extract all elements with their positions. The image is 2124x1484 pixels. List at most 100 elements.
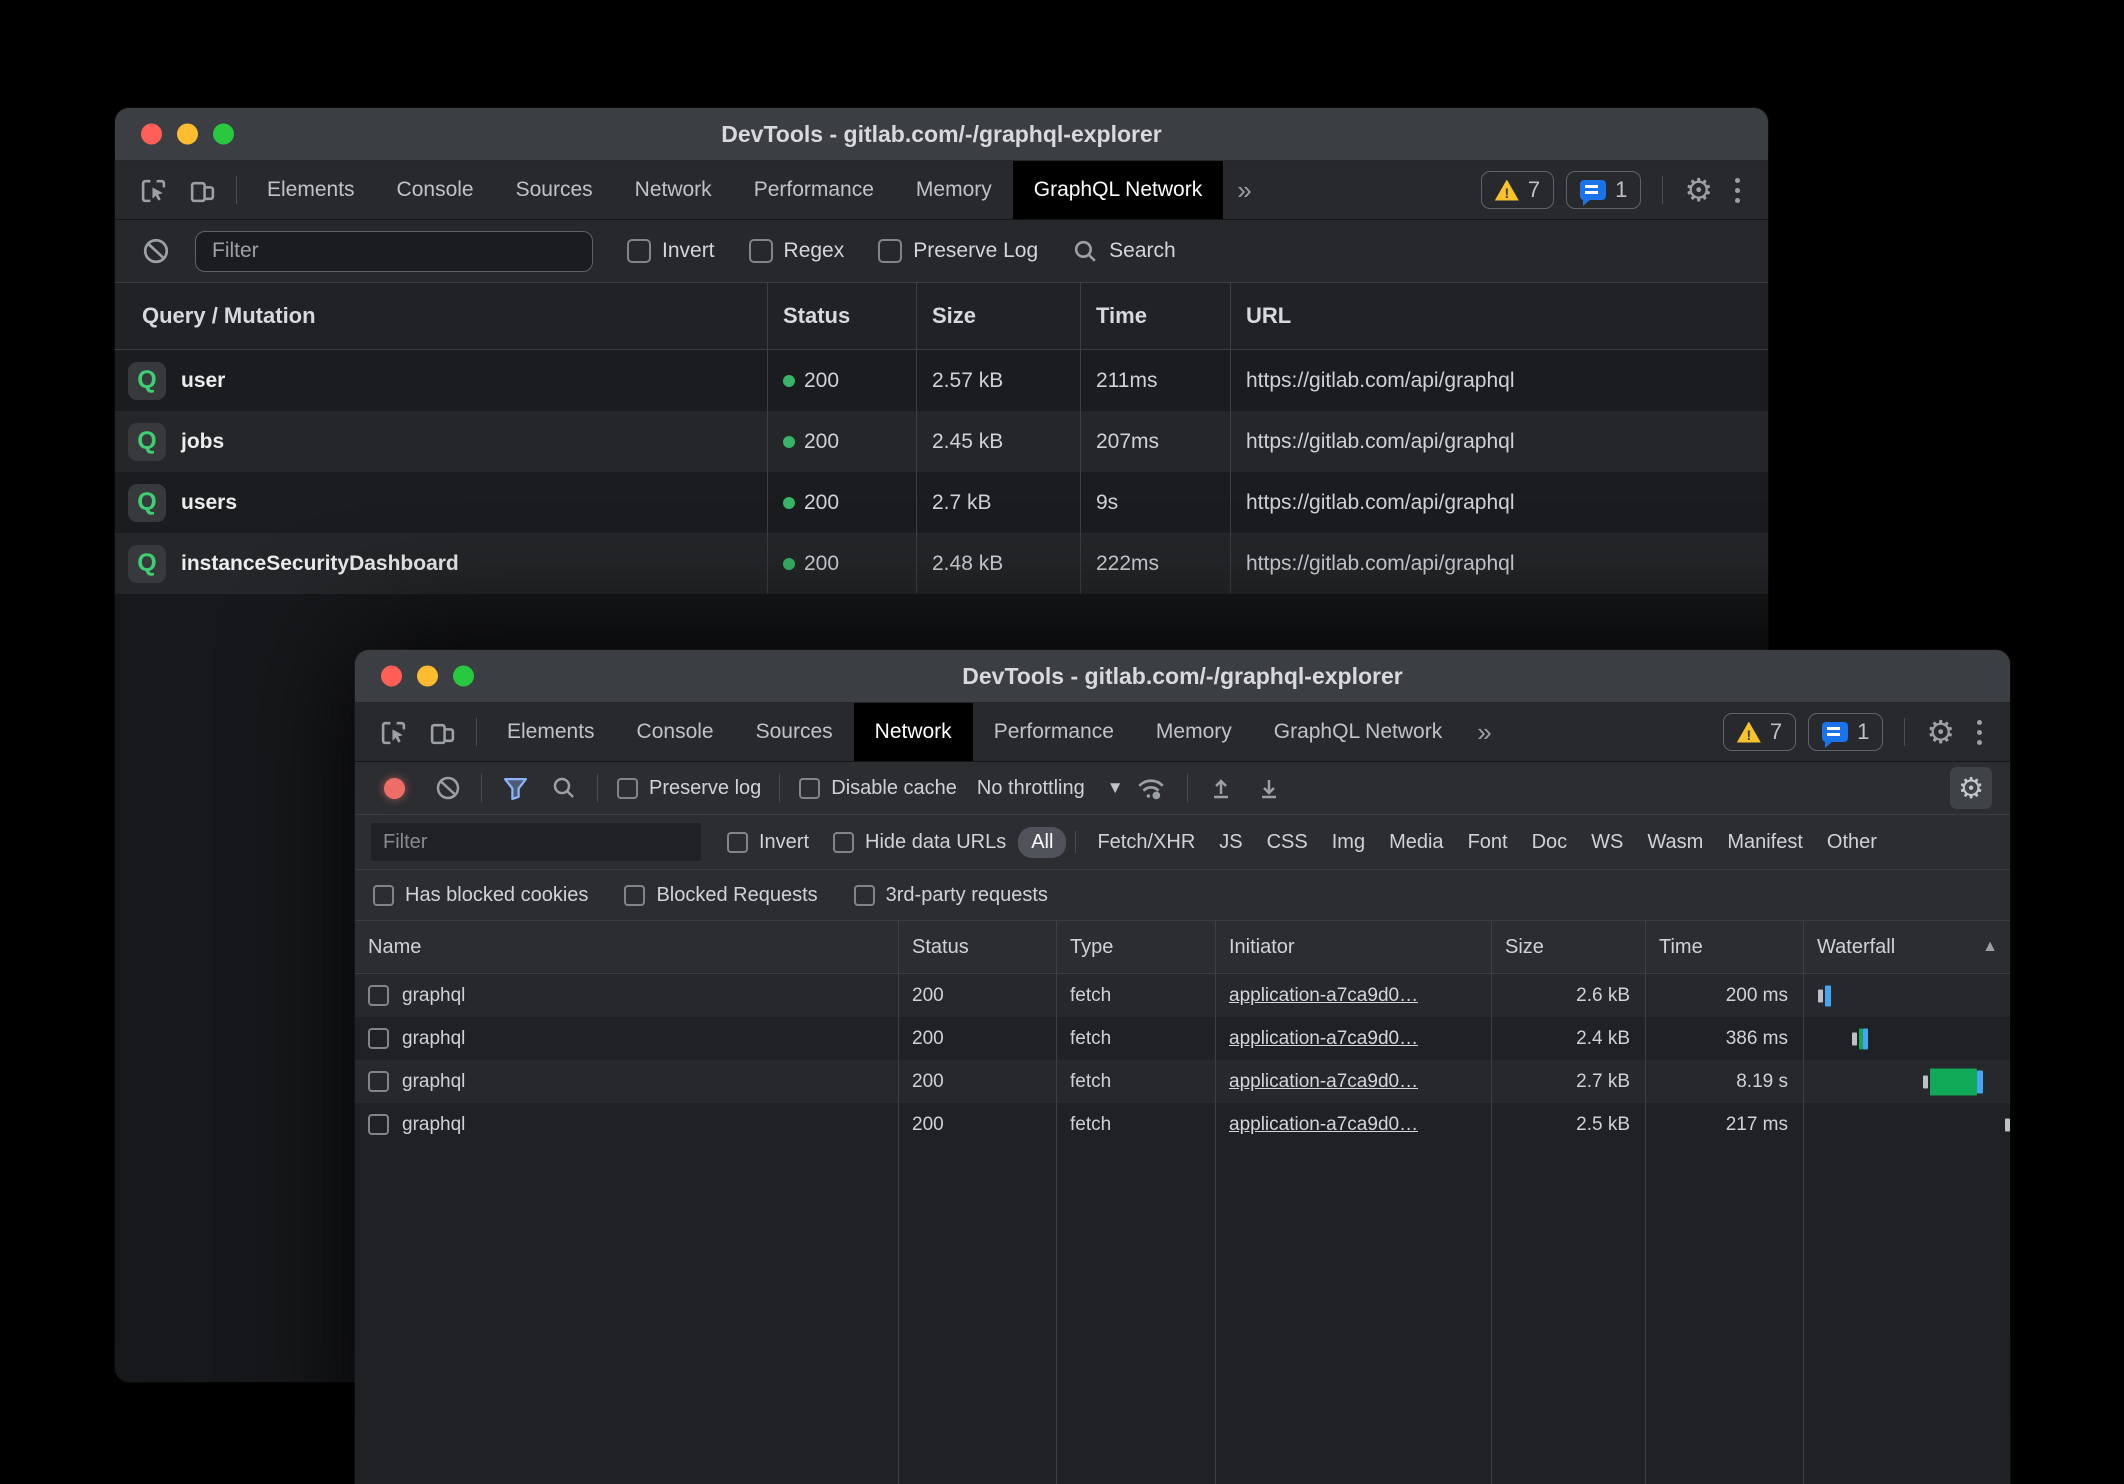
checkbox[interactable] [878, 239, 902, 263]
column-header-url[interactable]: URL [1230, 283, 1768, 349]
tab-network[interactable]: Network [854, 703, 973, 761]
type-filter-all[interactable]: All [1018, 827, 1066, 858]
row-checkbox[interactable] [368, 1114, 389, 1135]
column-header-initiator[interactable]: Initiator [1215, 921, 1491, 973]
initiator-link[interactable]: application-a7ca9d0… [1229, 1114, 1418, 1136]
close-window-button[interactable] [381, 666, 402, 687]
inspect-element-icon[interactable] [369, 703, 418, 761]
invert-checkbox[interactable]: Invert [627, 239, 715, 263]
issues-badge[interactable]: 1 [1808, 713, 1883, 751]
tab-memory[interactable]: Memory [895, 161, 1013, 219]
column-header-status[interactable]: Status [898, 921, 1056, 973]
titlebar[interactable]: DevTools - gitlab.com/-/graphql-explorer [355, 650, 2010, 703]
tab-graphql-network[interactable]: GraphQL Network [1013, 161, 1223, 219]
column-header-time[interactable]: Time [1080, 283, 1230, 349]
type-filter-js[interactable]: JS [1207, 831, 1254, 854]
invert-checkbox[interactable]: Invert [727, 831, 809, 854]
device-toolbar-icon[interactable] [178, 161, 227, 219]
table-row[interactable]: graphql 200 fetch application-a7ca9d0… 2… [355, 974, 2010, 1017]
initiator-link[interactable]: application-a7ca9d0… [1229, 1071, 1418, 1093]
import-har-icon[interactable] [1197, 775, 1245, 801]
close-window-button[interactable] [141, 124, 162, 145]
settings-gear-icon[interactable]: ⚙ [1684, 174, 1713, 206]
clear-icon[interactable] [131, 237, 181, 265]
filter-input[interactable] [195, 231, 593, 272]
type-filter-manifest[interactable]: Manifest [1715, 831, 1815, 854]
filter-funnel-icon[interactable] [491, 775, 540, 802]
more-tabs-icon[interactable]: » [1463, 703, 1505, 761]
table-row[interactable]: graphql 200 fetch application-a7ca9d0… 2… [355, 1060, 2010, 1103]
row-checkbox[interactable] [368, 1071, 389, 1092]
issues-badge[interactable]: 1 [1566, 171, 1641, 209]
column-header-time[interactable]: Time [1645, 921, 1803, 973]
type-filter-font[interactable]: Font [1456, 831, 1520, 854]
has-blocked-cookies-checkbox[interactable]: Has blocked cookies [373, 884, 588, 907]
type-filter-ws[interactable]: WS [1579, 831, 1635, 854]
minimize-window-button[interactable] [177, 124, 198, 145]
tab-performance[interactable]: Performance [973, 703, 1135, 761]
column-header-size[interactable]: Size [916, 283, 1080, 349]
column-header-name[interactable]: Name [355, 921, 898, 973]
network-settings-button[interactable]: ⚙ [1950, 767, 1992, 809]
record-button[interactable] [373, 778, 424, 799]
type-filter-img[interactable]: Img [1320, 831, 1377, 854]
column-header-query-mutation[interactable]: Query / Mutation [115, 283, 767, 349]
warnings-badge[interactable]: 7 [1481, 171, 1554, 209]
network-filter-input[interactable] [371, 823, 701, 861]
tab-console[interactable]: Console [376, 161, 495, 219]
preserve-log-checkbox[interactable]: Preserve log [617, 777, 761, 800]
table-row[interactable]: Qjobs 200 2.45 kB 207ms https://gitlab.c… [115, 411, 1768, 472]
disable-cache-checkbox[interactable]: Disable cache [799, 777, 957, 800]
checkbox[interactable] [617, 778, 638, 799]
tab-graphql-network[interactable]: GraphQL Network [1253, 703, 1463, 761]
tab-sources[interactable]: Sources [495, 161, 614, 219]
tab-memory[interactable]: Memory [1135, 703, 1253, 761]
checkbox[interactable] [727, 832, 748, 853]
search-button[interactable]: Search [1072, 238, 1176, 265]
tab-console[interactable]: Console [616, 703, 735, 761]
column-header-type[interactable]: Type [1056, 921, 1215, 973]
initiator-link[interactable]: application-a7ca9d0… [1229, 1028, 1418, 1050]
tab-performance[interactable]: Performance [733, 161, 895, 219]
column-header-size[interactable]: Size [1491, 921, 1645, 973]
table-row[interactable]: QinstanceSecurityDashboard 200 2.48 kB 2… [115, 533, 1768, 594]
kebab-menu-icon[interactable] [1967, 720, 1992, 745]
type-filter-fetch-xhr[interactable]: Fetch/XHR [1085, 831, 1207, 854]
checkbox[interactable] [624, 885, 645, 906]
table-row[interactable]: Qusers 200 2.7 kB 9s https://gitlab.com/… [115, 472, 1768, 533]
minimize-window-button[interactable] [417, 666, 438, 687]
preserve-log-checkbox[interactable]: Preserve Log [878, 239, 1038, 263]
throttling-dropdown[interactable]: No throttling ▼ [977, 777, 1124, 800]
initiator-link[interactable]: application-a7ca9d0… [1229, 985, 1418, 1007]
checkbox[interactable] [627, 239, 651, 263]
column-header-status[interactable]: Status [767, 283, 916, 349]
network-conditions-icon[interactable] [1124, 774, 1178, 802]
tab-elements[interactable]: Elements [246, 161, 376, 219]
zoom-window-button[interactable] [213, 124, 234, 145]
blocked-requests-checkbox[interactable]: Blocked Requests [624, 884, 817, 907]
tab-network[interactable]: Network [614, 161, 733, 219]
type-filter-doc[interactable]: Doc [1520, 831, 1580, 854]
column-header-waterfall[interactable]: Waterfall ▲ [1803, 921, 2010, 973]
type-filter-other[interactable]: Other [1815, 831, 1889, 854]
checkbox[interactable] [799, 778, 820, 799]
more-tabs-icon[interactable]: » [1223, 161, 1265, 219]
type-filter-wasm[interactable]: Wasm [1635, 831, 1715, 854]
settings-gear-icon[interactable]: ⚙ [1926, 716, 1955, 748]
export-har-icon[interactable] [1245, 775, 1293, 801]
kebab-menu-icon[interactable] [1725, 178, 1750, 203]
checkbox[interactable] [373, 885, 394, 906]
regex-checkbox[interactable]: Regex [749, 239, 845, 263]
clear-icon[interactable] [424, 775, 472, 801]
row-checkbox[interactable] [368, 1028, 389, 1049]
zoom-window-button[interactable] [453, 666, 474, 687]
inspect-element-icon[interactable] [129, 161, 178, 219]
tab-sources[interactable]: Sources [735, 703, 854, 761]
device-toolbar-icon[interactable] [418, 703, 467, 761]
third-party-requests-checkbox[interactable]: 3rd-party requests [854, 884, 1048, 907]
type-filter-media[interactable]: Media [1377, 831, 1455, 854]
checkbox[interactable] [749, 239, 773, 263]
row-checkbox[interactable] [368, 985, 389, 1006]
hide-data-urls-checkbox[interactable]: Hide data URLs [833, 831, 1006, 854]
warnings-badge[interactable]: 7 [1723, 713, 1796, 751]
